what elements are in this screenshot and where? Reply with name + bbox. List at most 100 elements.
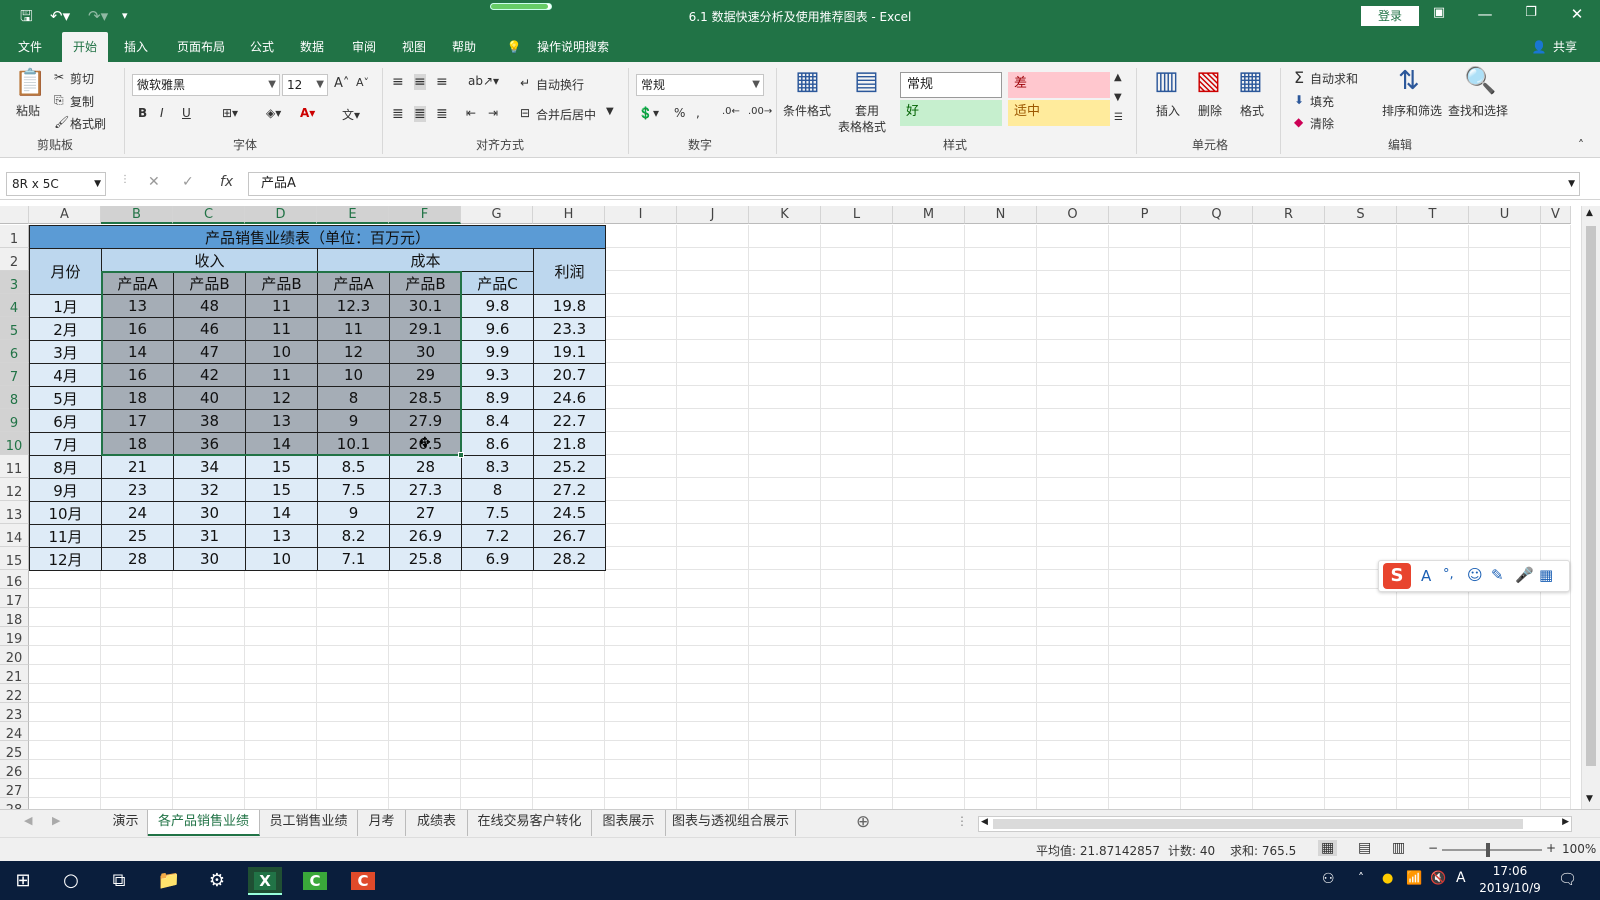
formula-input[interactable]: 产品A ▼ xyxy=(248,172,1580,196)
grid-cell[interactable] xyxy=(1397,627,1469,646)
grid-cell[interactable] xyxy=(965,627,1037,646)
grid-cell[interactable] xyxy=(1181,478,1253,501)
ime-mode-icon[interactable]: A xyxy=(1421,567,1431,585)
grid-cell[interactable] xyxy=(605,524,677,547)
grid-cell[interactable] xyxy=(461,570,533,589)
grid-cell[interactable] xyxy=(173,570,245,589)
grid-cell[interactable] xyxy=(1541,798,1571,809)
grid-cell[interactable] xyxy=(461,779,533,798)
grid-cell[interactable] xyxy=(1253,608,1325,627)
align-top-icon[interactable]: ≡ xyxy=(392,74,404,90)
grid-cell[interactable] xyxy=(1469,386,1541,409)
grid-cell[interactable] xyxy=(533,589,605,608)
data-cell[interactable]: 16 xyxy=(101,363,174,387)
grid-cell[interactable] xyxy=(1397,409,1469,432)
grid-cell[interactable] xyxy=(749,317,821,340)
data-cell[interactable]: 9 xyxy=(317,409,390,433)
data-cell[interactable]: 27.9 xyxy=(389,409,462,433)
grid-cell[interactable] xyxy=(1253,432,1325,455)
number-format-combo[interactable]: 常规 ▼ xyxy=(636,74,764,96)
fill-icon[interactable]: ⬇ xyxy=(1294,93,1304,107)
grid-cell[interactable] xyxy=(893,779,965,798)
data-cell[interactable]: 8.2 xyxy=(317,524,390,548)
grid-cell[interactable] xyxy=(1325,363,1397,386)
grid-cell[interactable] xyxy=(749,722,821,741)
grid-cell[interactable] xyxy=(1037,363,1109,386)
grid-cell[interactable] xyxy=(821,340,893,363)
grid-cell[interactable] xyxy=(1541,409,1571,432)
grid-cell[interactable] xyxy=(1541,779,1571,798)
grid-cell[interactable] xyxy=(173,627,245,646)
grid-cell[interactable] xyxy=(677,741,749,760)
grid-cell[interactable] xyxy=(1109,271,1181,294)
sheet-tab[interactable]: 各产品销售业绩 xyxy=(148,810,260,836)
grid-cell[interactable] xyxy=(749,703,821,722)
data-cell[interactable]: 42 xyxy=(173,363,246,387)
grid-cell[interactable] xyxy=(29,703,101,722)
row-header[interactable]: 13 xyxy=(0,501,29,524)
delete-cells-button[interactable]: 删除 xyxy=(1198,102,1222,119)
grid-cell[interactable] xyxy=(965,779,1037,798)
percent-icon[interactable]: % xyxy=(674,106,685,120)
data-cell[interactable]: 13 xyxy=(245,409,318,433)
tab-insert[interactable]: 插入 xyxy=(116,32,156,62)
grid-cell[interactable] xyxy=(1469,409,1541,432)
bold-icon[interactable]: B xyxy=(138,106,147,120)
grid-cell[interactable] xyxy=(317,570,389,589)
worksheet-grid[interactable]: A B C D E F G H I J K L M N O P Q R S T U V 1 2 3 4 5 6 7 8 9 10 11 12 13 1… xyxy=(0,206,1600,809)
grid-cell[interactable] xyxy=(1541,684,1571,703)
tray-app-icon[interactable]: ● xyxy=(1382,871,1393,886)
grid-cell[interactable] xyxy=(1469,271,1541,294)
grid-cell[interactable] xyxy=(29,722,101,741)
grid-cell[interactable] xyxy=(1397,684,1469,703)
data-cell[interactable]: 8 xyxy=(461,478,534,502)
grid-cell[interactable] xyxy=(389,741,461,760)
scroll-right-icon[interactable]: ▶ xyxy=(1562,817,1569,827)
select-all-corner[interactable] xyxy=(0,206,29,224)
grid-cell[interactable] xyxy=(1181,741,1253,760)
grid-cell[interactable] xyxy=(893,760,965,779)
data-cell[interactable]: 8.3 xyxy=(461,455,534,479)
scroll-down-icon[interactable]: ▼ xyxy=(1586,794,1593,804)
column-header[interactable]: F xyxy=(389,206,461,224)
grid-cell[interactable] xyxy=(29,608,101,627)
grid-cell[interactable] xyxy=(533,798,605,809)
grid-cell[interactable] xyxy=(1037,798,1109,809)
column-header[interactable]: E xyxy=(317,206,389,224)
row-header[interactable]: 17 xyxy=(0,589,29,609)
grid-cell[interactable] xyxy=(1541,455,1571,478)
grid-cell[interactable] xyxy=(317,646,389,665)
data-cell[interactable]: 28.5 xyxy=(389,386,462,410)
row-header[interactable]: 9 xyxy=(0,409,29,432)
row-header[interactable]: 18 xyxy=(0,608,29,628)
format-painter-button[interactable]: 格式刷 xyxy=(70,115,106,132)
grid-cell[interactable] xyxy=(461,665,533,684)
grid-cell[interactable] xyxy=(1397,225,1469,248)
grid-cell[interactable] xyxy=(1253,589,1325,608)
grid-cell[interactable] xyxy=(749,627,821,646)
grid-cell[interactable] xyxy=(1541,478,1571,501)
grid-cell[interactable] xyxy=(965,455,1037,478)
cut-icon[interactable]: ✂ xyxy=(54,70,64,84)
month-cell[interactable]: 2月 xyxy=(29,317,102,341)
grid-cell[interactable] xyxy=(317,760,389,779)
grid-cell[interactable] xyxy=(965,722,1037,741)
conditional-format-icon[interactable]: ▦ xyxy=(795,66,820,96)
grid-cell[interactable] xyxy=(605,741,677,760)
month-cell[interactable]: 11月 xyxy=(29,524,102,548)
grid-cell[interactable] xyxy=(605,570,677,589)
name-box[interactable]: 8R x 5C ▼ xyxy=(6,172,106,196)
row-header[interactable]: 8 xyxy=(0,386,29,409)
find-icon[interactable]: 🔍 xyxy=(1464,66,1496,96)
grid-cell[interactable] xyxy=(749,798,821,809)
grid-cell[interactable] xyxy=(389,798,461,809)
grid-cell[interactable] xyxy=(533,779,605,798)
grid-cell[interactable] xyxy=(173,589,245,608)
grid-cell[interactable] xyxy=(821,547,893,570)
paste-button[interactable]: 粘贴 xyxy=(16,102,40,119)
data-cell[interactable]: 18 xyxy=(101,432,174,456)
grid-cell[interactable] xyxy=(677,340,749,363)
style-bad[interactable]: 差 xyxy=(1008,72,1110,98)
grid-cell[interactable] xyxy=(1181,340,1253,363)
row-header[interactable]: 1 xyxy=(0,225,29,248)
